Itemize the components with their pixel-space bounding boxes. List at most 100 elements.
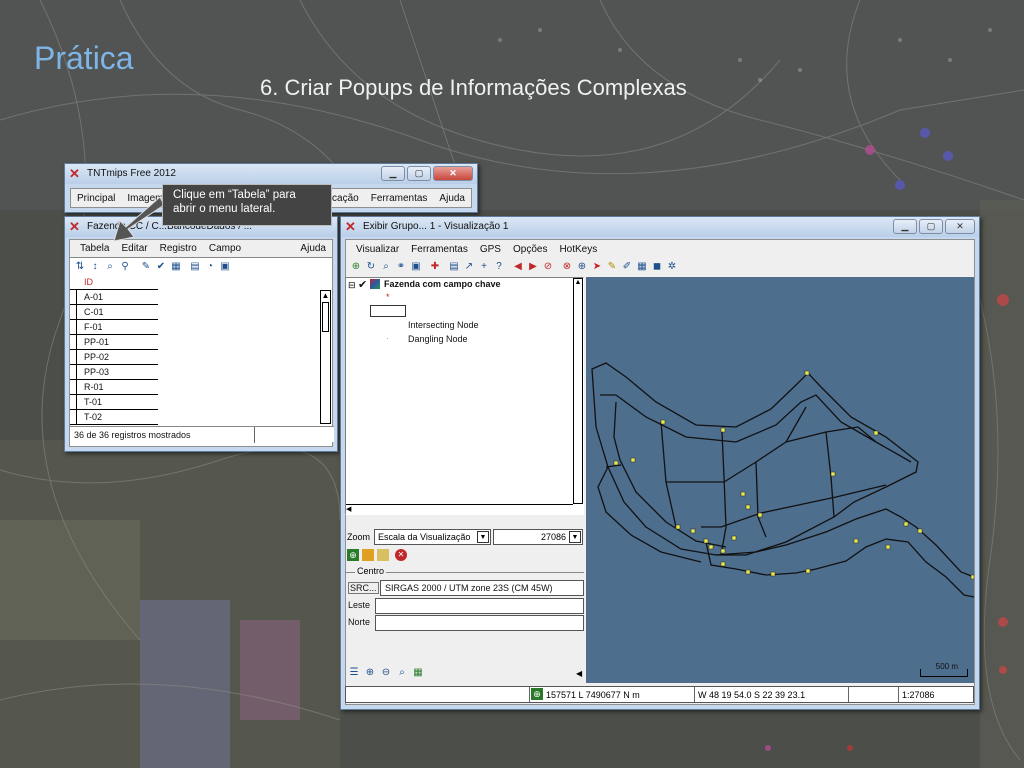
folder-icon[interactable] — [362, 549, 374, 561]
select-icon[interactable]: ▤ — [447, 260, 461, 274]
pan-right-icon[interactable]: ▶ — [526, 260, 540, 274]
table-row[interactable]: PP-01 — [70, 335, 158, 350]
layer-tree-hscroll[interactable]: ◀ — [346, 504, 573, 514]
sort-asc-icon[interactable]: ↕ — [88, 260, 102, 274]
minimize-button[interactable]: ▁ — [893, 219, 917, 234]
id-column-header[interactable]: ID — [70, 275, 158, 290]
maximize-button[interactable]: ▢ — [919, 219, 943, 234]
display-window-controls: ▁ ▢ ✕ — [893, 219, 975, 234]
stop-icon[interactable]: ⊗ — [560, 260, 574, 274]
display-menubar: Visualizar Ferramentas GPS Opções HotKey… — [346, 240, 974, 258]
zoom-value-field[interactable]: 27086 ▼ — [493, 529, 583, 545]
menu-hotkeys[interactable]: HotKeys — [553, 244, 603, 255]
close-button[interactable]: ✕ — [433, 166, 473, 181]
pan-left-icon[interactable]: ◀ — [511, 260, 525, 274]
pencil-icon[interactable]: ✎ — [605, 260, 619, 274]
search-icon[interactable]: ⌕ — [395, 666, 409, 680]
main-window-controls: ▁ ▢ ✕ — [381, 166, 473, 181]
save-icon[interactable] — [377, 549, 389, 561]
display-window-title: Exibir Grupo... 1 - Visualização 1 — [363, 221, 509, 232]
chevron-down-icon[interactable]: ▼ — [477, 531, 489, 543]
scroll-left-arrow[interactable]: ◀ — [346, 505, 356, 513]
menu-ferramentas[interactable]: Ferramentas — [365, 193, 434, 204]
table-row[interactable]: A-01 — [70, 290, 158, 305]
add-layer-icon[interactable]: ✚ — [428, 260, 442, 274]
display-status-bar: ⊕ 157571 L 7490677 N m W 48 19 54.0 S 22… — [345, 686, 974, 703]
menu-campo[interactable]: Campo — [203, 243, 247, 254]
settings-icon[interactable]: ✲ — [665, 260, 679, 274]
chevron-down-icon[interactable]: ▼ — [569, 531, 581, 543]
cancel-icon[interactable]: ⊘ — [541, 260, 555, 274]
select-all-icon[interactable]: ✔ — [154, 260, 168, 274]
scroll-up-arrow[interactable]: ▲ — [574, 279, 582, 286]
print-icon[interactable]: ▣ — [218, 260, 232, 274]
layer-tree-vscroll[interactable]: ▲ — [573, 278, 583, 504]
tree-collapse-icon[interactable]: ⊟ — [348, 280, 356, 291]
table-row[interactable]: T-01 — [70, 395, 158, 410]
layer-name[interactable]: Fazenda com campo chave — [384, 279, 501, 289]
table-row[interactable]: T-02 — [70, 410, 158, 425]
form-icon[interactable]: ▤ — [188, 260, 202, 274]
position-icon[interactable]: ⊕ — [347, 549, 359, 561]
close-icon[interactable]: ✕ — [395, 549, 407, 561]
find-icon[interactable]: ⌕ — [103, 260, 117, 274]
layer-visibility-checkbox[interactable]: ✔ — [358, 278, 367, 291]
zoom-extent-icon[interactable]: ⊖ — [379, 666, 393, 680]
close-button[interactable]: ✕ — [945, 219, 975, 234]
zoom-mode-select[interactable]: Escala da Visualização ▼ — [374, 529, 491, 545]
scroll-thumb[interactable] — [322, 302, 329, 332]
palette-icon[interactable]: ◼ — [650, 260, 664, 274]
edit-icon[interactable]: ✐ — [620, 260, 634, 274]
tntmips-app-icon: ✕ — [69, 166, 80, 181]
slide-subtitle: 6. Criar Popups de Informações Complexas — [260, 75, 687, 100]
norte-field[interactable] — [375, 615, 584, 631]
plus-tool-icon[interactable]: + — [477, 260, 491, 274]
map-view[interactable]: 500 m — [586, 277, 975, 683]
camera-icon[interactable]: ▣ — [409, 260, 423, 274]
src-field[interactable]: SIRGAS 2000 / UTM zone 23S (CM 45W) — [380, 580, 584, 596]
zoom-in-icon[interactable]: ⊕ — [575, 260, 589, 274]
scale-bar-label: 500 m — [935, 662, 958, 671]
menu-ferramentas-display[interactable]: Ferramentas — [405, 244, 474, 255]
menu-ajuda[interactable]: Ajuda — [433, 193, 471, 204]
table-row[interactable]: C-01 — [70, 305, 158, 320]
menu-opcoes[interactable]: Opções — [507, 244, 553, 255]
chart-icon[interactable]: ▦ — [635, 260, 649, 274]
scroll-up-arrow[interactable]: ▲ — [321, 291, 330, 301]
pointer-icon[interactable]: ➤ — [590, 260, 604, 274]
zoom-box-icon[interactable]: ⊕ — [363, 666, 377, 680]
measure-icon[interactable]: ↗ — [462, 260, 476, 274]
coords-icon[interactable]: ⊕ — [531, 688, 543, 700]
maximize-button[interactable]: ▢ — [407, 166, 431, 181]
menu-ajuda-table[interactable]: Ajuda — [294, 243, 332, 254]
collapse-panel-arrow[interactable]: ◀ — [576, 669, 582, 678]
zoom-full-icon[interactable]: ⌕ — [379, 260, 393, 274]
table-row[interactable]: R-01 — [70, 380, 158, 395]
dangling-node-symbol: · — [386, 334, 389, 343]
leste-label: Leste — [348, 600, 371, 610]
query-icon[interactable]: ? — [492, 260, 506, 274]
tag-icon[interactable]: ✎ — [139, 260, 153, 274]
leste-field[interactable] — [375, 598, 584, 614]
display-window-titlebar[interactable]: ✕ Exibir Grupo... 1 - Visualização 1 — [341, 217, 979, 237]
map-icon[interactable]: ▦ — [411, 666, 425, 680]
legend-intersecting-node: Intersecting Node — [408, 320, 479, 330]
status-divider — [529, 687, 530, 702]
table-row[interactable]: PP-02 — [70, 350, 158, 365]
graph-icon[interactable]: ◔ — [203, 260, 217, 274]
menu-tabela[interactable]: Tabela — [70, 243, 115, 254]
list-icon[interactable]: ☰ — [347, 666, 361, 680]
layer-controls-icon[interactable]: ⊕ — [349, 260, 363, 274]
sort-icon[interactable]: ⇅ — [73, 260, 87, 274]
table-row[interactable]: PP-03 — [70, 365, 158, 380]
menu-visualizar[interactable]: Visualizar — [350, 244, 405, 255]
table-icon[interactable]: ▦ — [169, 260, 183, 274]
binoculars-icon[interactable]: ⚭ — [394, 260, 408, 274]
minimize-button[interactable]: ▁ — [381, 166, 405, 181]
src-button[interactable]: SRC... — [348, 582, 379, 594]
menu-gps[interactable]: GPS — [474, 244, 507, 255]
table-row[interactable]: F-01 — [70, 320, 158, 335]
filter-icon[interactable]: ⚲ — [118, 260, 132, 274]
table-vertical-scrollbar[interactable]: ▲ — [320, 290, 331, 424]
redraw-icon[interactable]: ↻ — [364, 260, 378, 274]
